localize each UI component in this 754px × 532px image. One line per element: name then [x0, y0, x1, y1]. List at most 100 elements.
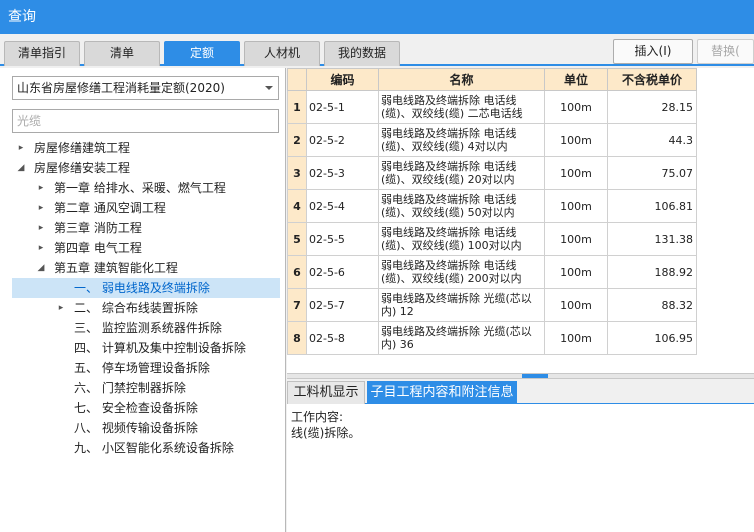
- insert-button[interactable]: 插入(I): [613, 39, 693, 64]
- cell-unit[interactable]: 100m: [544, 222, 608, 256]
- tree-node-label: 三、 监控监测系统器件拆除: [74, 321, 222, 335]
- table-row[interactable]: 2 02-5-2 弱电线路及终端拆除 电话线(缆)、双绞线(缆) 4对以内 10…: [287, 123, 697, 157]
- tree-node-label: 六、 门禁控制器拆除: [74, 381, 186, 395]
- tree-node[interactable]: ▸ 第三章 消防工程: [12, 218, 280, 238]
- table-row[interactable]: 4 02-5-4 弱电线路及终端拆除 电话线(缆)、双绞线(缆) 50对以内 1…: [287, 189, 697, 223]
- expand-icon[interactable]: ▸: [16, 138, 26, 158]
- tab-quota[interactable]: 定额: [164, 41, 240, 66]
- row-number: 5: [287, 222, 307, 256]
- tree-node[interactable]: 四、 计算机及集中控制设备拆除: [12, 338, 280, 358]
- cell-code[interactable]: 02-5-1: [306, 90, 379, 124]
- table-row[interactable]: 3 02-5-3 弱电线路及终端拆除 电话线(缆)、双绞线(缆) 20对以内 1…: [287, 156, 697, 190]
- row-number: 2: [287, 123, 307, 157]
- tree-node-label: 房屋修缮建筑工程: [34, 141, 131, 155]
- cell-code[interactable]: 02-5-8: [306, 321, 379, 355]
- column-header-code[interactable]: 编码: [306, 68, 379, 91]
- splitter-grip-icon[interactable]: [522, 374, 548, 378]
- tab-work-content-info[interactable]: 子目工程内容和附注信息: [367, 381, 517, 404]
- tree-node[interactable]: 五、 停车场管理设备拆除: [12, 358, 280, 378]
- tree-node[interactable]: ▸ 房屋修缮建筑工程: [12, 138, 280, 158]
- tab-material-display[interactable]: 工料机显示: [287, 381, 365, 404]
- tree-node-label: 第一章 给排水、采暖、燃气工程: [54, 181, 226, 195]
- tree-node[interactable]: 七、 安全检查设备拆除: [12, 398, 280, 418]
- cell-name[interactable]: 弱电线路及终端拆除 光缆(芯以内) 36: [378, 321, 545, 355]
- tree-node[interactable]: ▸ 第四章 电气工程: [12, 238, 280, 258]
- row-number: 1: [287, 90, 307, 124]
- quota-grid: 编码 名称 单位 不含税单价 1 02-5-1 弱电线路及终端拆除 电话线(缆)…: [287, 68, 754, 373]
- expand-icon[interactable]: ▸: [56, 298, 66, 318]
- tree-node-label: 二、 综合布线装置拆除: [74, 301, 198, 315]
- tree-node[interactable]: ▸ 第二章 通风空调工程: [12, 198, 280, 218]
- tab-list[interactable]: 清单: [84, 41, 160, 66]
- tree-node[interactable]: ▸ 二、 综合布线装置拆除: [12, 298, 280, 318]
- tree-node-label: 房屋修缮安装工程: [34, 161, 131, 175]
- tree-node-label: 九、 小区智能化系统设备拆除: [74, 441, 234, 455]
- tab-list-guide[interactable]: 清单指引: [4, 41, 80, 66]
- cell-price[interactable]: 88.32: [607, 288, 697, 322]
- cell-code[interactable]: 02-5-7: [306, 288, 379, 322]
- cell-price[interactable]: 106.95: [607, 321, 697, 355]
- cell-unit[interactable]: 100m: [544, 90, 608, 124]
- table-row[interactable]: 6 02-5-6 弱电线路及终端拆除 电话线(缆)、双绞线(缆) 200对以内 …: [287, 255, 697, 289]
- table-row[interactable]: 1 02-5-1 弱电线路及终端拆除 电话线(缆)、双绞线(缆) 二芯电话线 1…: [287, 90, 697, 124]
- cell-price[interactable]: 106.81: [607, 189, 697, 223]
- cell-code[interactable]: 02-5-4: [306, 189, 379, 223]
- table-row[interactable]: 5 02-5-5 弱电线路及终端拆除 电话线(缆)、双绞线(缆) 100对以内 …: [287, 222, 697, 256]
- row-number: 8: [287, 321, 307, 355]
- cell-price[interactable]: 75.07: [607, 156, 697, 190]
- tree-node[interactable]: 八、 视频传输设备拆除: [12, 418, 280, 438]
- cell-code[interactable]: 02-5-2: [306, 123, 379, 157]
- column-header-name[interactable]: 名称: [378, 68, 545, 91]
- row-number: 3: [287, 156, 307, 190]
- cell-name[interactable]: 弱电线路及终端拆除 光缆(芯以内) 12: [378, 288, 545, 322]
- cell-price[interactable]: 188.92: [607, 255, 697, 289]
- cell-name[interactable]: 弱电线路及终端拆除 电话线(缆)、双绞线(缆) 50对以内: [378, 189, 545, 223]
- cell-name[interactable]: 弱电线路及终端拆除 电话线(缆)、双绞线(缆) 200对以内: [378, 255, 545, 289]
- tree-node[interactable]: 三、 监控监测系统器件拆除: [12, 318, 280, 338]
- tree-node[interactable]: 六、 门禁控制器拆除: [12, 378, 280, 398]
- cell-code[interactable]: 02-5-6: [306, 255, 379, 289]
- cell-code[interactable]: 02-5-5: [306, 222, 379, 256]
- cell-unit[interactable]: 100m: [544, 288, 608, 322]
- cell-unit[interactable]: 100m: [544, 255, 608, 289]
- cell-unit[interactable]: 100m: [544, 321, 608, 355]
- tree-node[interactable]: ▸ 第一章 给排水、采暖、燃气工程: [12, 178, 280, 198]
- table-row[interactable]: 7 02-5-7 弱电线路及终端拆除 光缆(芯以内) 12 100m 88.32: [287, 288, 697, 322]
- tab-my-data[interactable]: 我的数据: [324, 41, 400, 66]
- tree-node-label: 五、 停车场管理设备拆除: [74, 361, 210, 375]
- cell-unit[interactable]: 100m: [544, 156, 608, 190]
- expand-icon[interactable]: ▸: [36, 198, 46, 218]
- cell-unit[interactable]: 100m: [544, 123, 608, 157]
- cell-name[interactable]: 弱电线路及终端拆除 电话线(缆)、双绞线(缆) 4对以内: [378, 123, 545, 157]
- quota-table: 编码 名称 单位 不含税单价 1 02-5-1 弱电线路及终端拆除 电话线(缆)…: [287, 68, 697, 355]
- tree-node[interactable]: 九、 小区智能化系统设备拆除: [12, 438, 280, 458]
- tree-node-label: 七、 安全检查设备拆除: [74, 401, 198, 415]
- window-title: 查询: [8, 9, 36, 25]
- expand-icon[interactable]: ▸: [36, 218, 46, 238]
- table-row[interactable]: 8 02-5-8 弱电线路及终端拆除 光缆(芯以内) 36 100m 106.9…: [287, 321, 697, 355]
- search-input[interactable]: 光缆: [12, 109, 279, 133]
- replace-button[interactable]: 替换(: [697, 39, 754, 64]
- cell-price[interactable]: 28.15: [607, 90, 697, 124]
- tree-node-label: 第三章 消防工程: [54, 221, 142, 235]
- collapse-icon[interactable]: ◢: [16, 158, 26, 178]
- cell-code[interactable]: 02-5-3: [306, 156, 379, 190]
- tree-node-selected[interactable]: 一、 弱电线路及终端拆除: [12, 278, 280, 298]
- column-header-price[interactable]: 不含税单价: [607, 68, 697, 91]
- cell-name[interactable]: 弱电线路及终端拆除 电话线(缆)、双绞线(缆) 二芯电话线: [378, 90, 545, 124]
- expand-icon[interactable]: ▸: [36, 238, 46, 258]
- tab-resources[interactable]: 人材机: [244, 41, 320, 66]
- cell-unit[interactable]: 100m: [544, 189, 608, 223]
- cell-name[interactable]: 弱电线路及终端拆除 电话线(缆)、双绞线(缆) 100对以内: [378, 222, 545, 256]
- cell-name[interactable]: 弱电线路及终端拆除 电话线(缆)、双绞线(缆) 20对以内: [378, 156, 545, 190]
- tree-node-label: 第五章 建筑智能化工程: [54, 261, 178, 275]
- column-header-unit[interactable]: 单位: [544, 68, 608, 91]
- tree-node[interactable]: ◢ 房屋修缮安装工程: [12, 158, 280, 178]
- cell-price[interactable]: 131.38: [607, 222, 697, 256]
- expand-icon[interactable]: ▸: [36, 178, 46, 198]
- cell-price[interactable]: 44.3: [607, 123, 697, 157]
- collapse-icon[interactable]: ◢: [36, 258, 46, 278]
- chapter-tree: ▸ 房屋修缮建筑工程 ◢ 房屋修缮安装工程 ▸ 第一章 给排水、采暖、燃气工程 …: [12, 138, 280, 458]
- tree-node[interactable]: ◢ 第五章 建筑智能化工程: [12, 258, 280, 278]
- quota-library-select[interactable]: 山东省房屋修缮工程消耗量定额(2020): [12, 76, 279, 100]
